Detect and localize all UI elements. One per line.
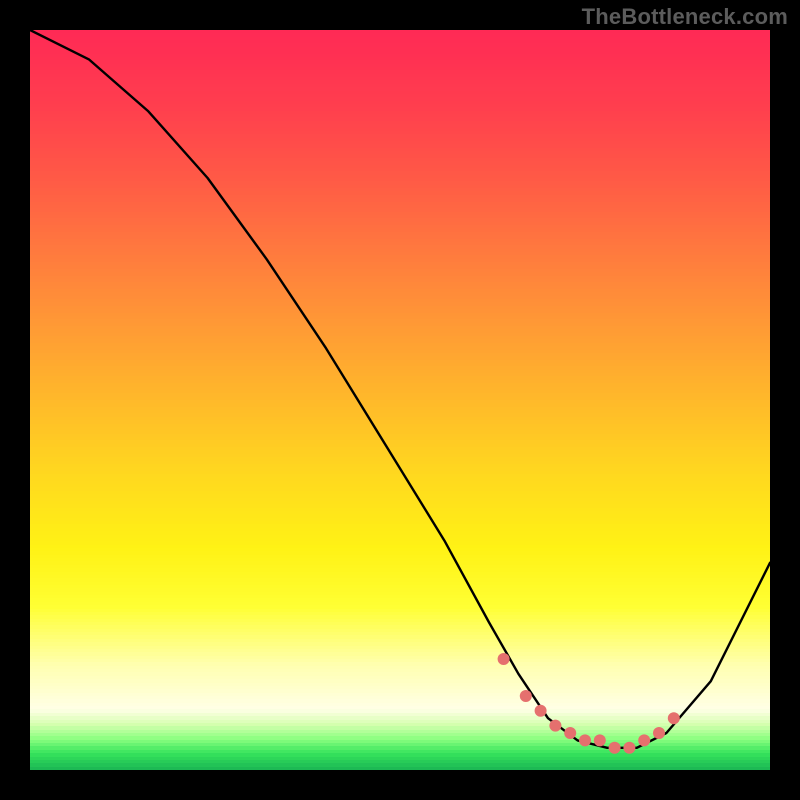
watermark-text: TheBottleneck.com	[582, 4, 788, 30]
chart-frame: TheBottleneck.com	[0, 0, 800, 800]
plot-area	[30, 30, 770, 770]
